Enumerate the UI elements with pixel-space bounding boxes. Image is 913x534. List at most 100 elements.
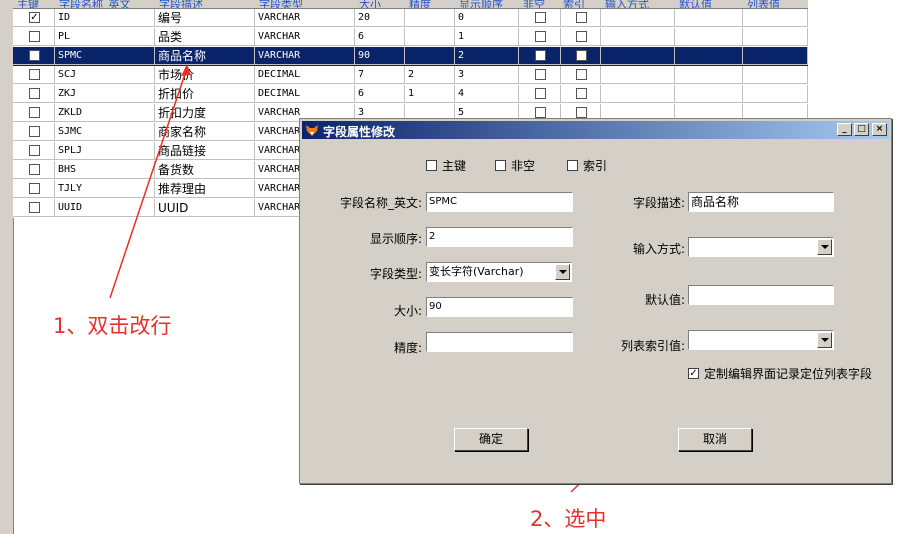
pk-checkbox[interactable]: [29, 88, 40, 99]
pk-checkbox[interactable]: [29, 164, 40, 175]
left-frame: [0, 0, 14, 534]
maximize-button[interactable]: □: [854, 123, 869, 136]
index-checkbox[interactable]: [567, 160, 578, 171]
annotation-step1: 1、双击改行: [53, 314, 172, 338]
table-cell-index: [561, 85, 601, 103]
notnull-checkbox[interactable]: [535, 31, 546, 42]
size-field[interactable]: 90: [426, 297, 573, 317]
grid-header: 主键 字段名称_英文 字段描述 字段类型 大小 精度 显示顺序 非空 索引 输入…: [13, 0, 808, 9]
table-cell-type: DECIMAL: [255, 66, 355, 84]
notnull-checkbox[interactable]: [535, 107, 546, 118]
close-button[interactable]: ×: [872, 123, 887, 136]
fox-app-icon: [306, 125, 318, 136]
index-checkbox[interactable]: [576, 31, 587, 42]
table-cell-desc: 编号: [155, 9, 255, 27]
table-cell-prec: 1: [405, 85, 455, 103]
locate-field-checkbox[interactable]: ✓: [688, 368, 699, 379]
notnull-checkbox[interactable]: [535, 69, 546, 80]
col-header-name-en[interactable]: 字段名称_英文: [59, 0, 131, 8]
order-field[interactable]: 2: [426, 227, 573, 247]
col-header-input-mode[interactable]: 输入方式: [605, 0, 649, 8]
primary-key-label: 主键: [442, 159, 467, 173]
table-cell-def: [675, 85, 743, 103]
field-properties-dialog: 字段属性修改 _ □ × 主键 非空 索引 字段名称_英文: SPMC 显示顺序…: [299, 118, 892, 484]
table-cell-notnull: [519, 28, 561, 46]
table-cell-prec: [405, 9, 455, 27]
table-cell-pk: [13, 161, 55, 179]
input-mode-select[interactable]: [688, 237, 834, 257]
index-label: 索引: [583, 159, 608, 173]
table-cell-en: ID: [55, 9, 155, 27]
table-row[interactable]: SPMC 商品名称 VARCHAR 90 2: [13, 47, 808, 66]
pk-checkbox[interactable]: [29, 145, 40, 156]
table-cell-desc: 市场价: [155, 66, 255, 84]
col-header-list-value[interactable]: 列表值: [747, 0, 780, 8]
pk-checkbox[interactable]: [29, 126, 40, 137]
minimize-button[interactable]: _: [837, 123, 852, 136]
table-cell-order: 2: [455, 47, 519, 65]
dialog-titlebar[interactable]: 字段属性修改 _ □ ×: [302, 121, 889, 139]
index-checkbox[interactable]: [576, 69, 587, 80]
table-cell-size: 7: [355, 66, 405, 84]
index-checkbox[interactable]: [576, 50, 587, 61]
table-cell-input: [601, 85, 675, 103]
list-index-select[interactable]: [688, 330, 834, 350]
table-row[interactable]: PL 品类 VARCHAR 6 1: [13, 28, 808, 47]
index-checkbox[interactable]: [576, 12, 587, 23]
pk-checkbox[interactable]: [29, 31, 40, 42]
table-cell-order: 0: [455, 9, 519, 27]
desc-label: 字段描述:: [632, 196, 685, 210]
pk-checkbox[interactable]: [29, 183, 40, 194]
notnull-checkbox[interactable]: [535, 88, 546, 99]
pk-checkbox[interactable]: [29, 50, 40, 61]
table-cell-def: [675, 66, 743, 84]
table-cell-listv: [743, 9, 808, 27]
name-en-field[interactable]: SPMC: [426, 192, 573, 212]
col-header-type[interactable]: 字段类型: [259, 0, 303, 8]
table-cell-def: [675, 28, 743, 46]
table-cell-pk: ✓: [13, 9, 55, 27]
chevron-down-icon[interactable]: [817, 332, 832, 348]
dialog-title: 字段属性修改: [323, 125, 396, 139]
ok-button[interactable]: 确定: [454, 428, 528, 451]
col-header-pk[interactable]: 主键: [17, 0, 39, 8]
notnull-checkbox[interactable]: [535, 50, 546, 61]
notnull-checkbox[interactable]: [535, 12, 546, 23]
pk-checkbox[interactable]: [29, 107, 40, 118]
col-header-notnull[interactable]: 非空: [523, 0, 545, 8]
table-cell-en: BHS: [55, 161, 155, 179]
table-row[interactable]: ✓ ID 编号 VARCHAR 20 0: [13, 9, 808, 28]
not-null-checkbox[interactable]: [495, 160, 506, 171]
name-en-label: 字段名称_英文:: [339, 196, 422, 210]
index-checkbox[interactable]: [576, 107, 587, 118]
col-header-precision[interactable]: 精度: [409, 0, 431, 8]
col-header-size[interactable]: 大小: [359, 0, 381, 8]
index-checkbox[interactable]: [576, 88, 587, 99]
precision-field[interactable]: [426, 332, 573, 352]
table-cell-pk: [13, 123, 55, 141]
col-header-index[interactable]: 索引: [563, 0, 585, 8]
col-header-desc[interactable]: 字段描述: [159, 0, 203, 8]
type-select[interactable]: 变长字符(Varchar): [426, 262, 572, 282]
col-header-default[interactable]: 默认值: [679, 0, 712, 8]
primary-key-checkbox[interactable]: [426, 160, 437, 171]
table-cell-listv: [743, 85, 808, 103]
cancel-button[interactable]: 取消: [678, 428, 752, 451]
table-cell-desc: UUID: [155, 199, 255, 217]
table-row[interactable]: ZKJ 折扣价 DECIMAL 6 1 4: [13, 85, 808, 104]
pk-checkbox[interactable]: ✓: [29, 12, 40, 23]
chevron-down-icon[interactable]: [555, 264, 570, 280]
default-field[interactable]: [688, 285, 834, 305]
table-cell-listv: [743, 66, 808, 84]
pk-checkbox[interactable]: [29, 69, 40, 80]
table-cell-pk: [13, 180, 55, 198]
table-cell-input: [601, 28, 675, 46]
table-row[interactable]: SCJ 市场价 DECIMAL 7 2 3: [13, 66, 808, 85]
chevron-down-icon[interactable]: [817, 239, 832, 255]
table-cell-pk: [13, 28, 55, 46]
col-header-order[interactable]: 显示顺序: [459, 0, 503, 8]
pk-checkbox[interactable]: [29, 202, 40, 213]
table-cell-desc: 品类: [155, 28, 255, 46]
table-cell-pk: [13, 47, 55, 65]
desc-field[interactable]: 商品名称: [688, 192, 834, 212]
